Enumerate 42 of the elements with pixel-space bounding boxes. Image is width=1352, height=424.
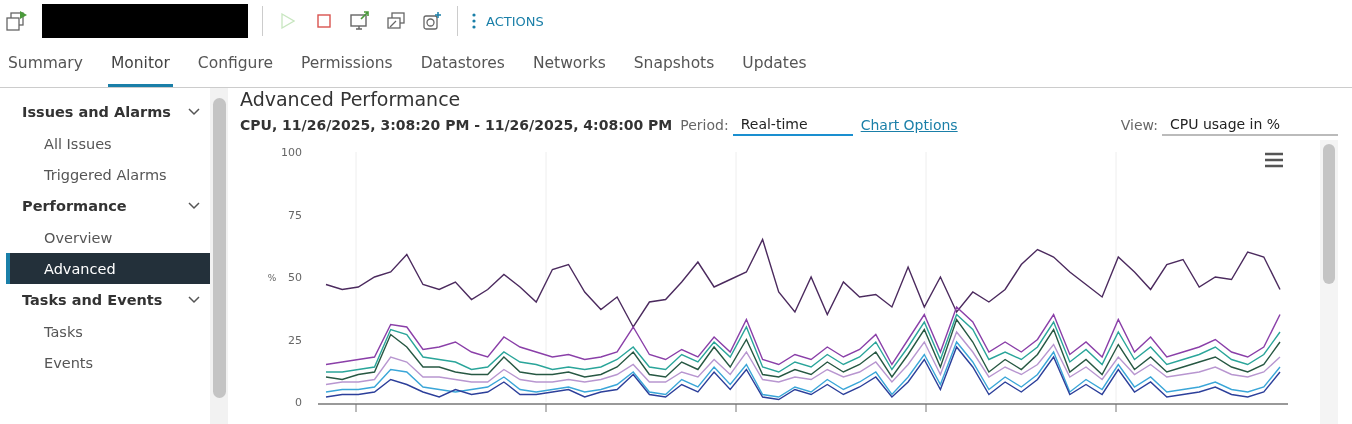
menu-icon[interactable] — [1264, 152, 1284, 168]
period-select[interactable]: Real-time — [732, 114, 853, 136]
tab[interactable]: Summary — [5, 42, 86, 87]
sidebar-item[interactable]: All Issues — [6, 128, 210, 159]
axis-tick-label: 0 — [295, 396, 302, 409]
vm-icon — [6, 10, 28, 32]
snapshot-icon[interactable] — [421, 10, 443, 32]
tab[interactable]: Snapshots — [630, 42, 718, 87]
chevron-down-icon — [188, 202, 200, 210]
axis-tick-label: 75 — [288, 208, 302, 222]
axis-label: % — [267, 273, 277, 283]
sidebar-section-header[interactable]: Issues and Alarms — [0, 96, 210, 128]
page-title: Advanced Performance — [240, 88, 462, 110]
actions-menu-button[interactable]: ACTIONS — [472, 13, 544, 29]
scrollbar-thumb[interactable] — [1323, 144, 1335, 284]
sidebar-section-header[interactable]: Tasks and Events — [0, 284, 210, 316]
axis-tick-label: 25 — [288, 333, 302, 347]
tab[interactable]: Updates — [739, 42, 810, 87]
tab[interactable]: Monitor — [107, 42, 173, 87]
sidebar-item[interactable]: Advanced — [6, 253, 210, 284]
more-vertical-icon — [472, 13, 476, 29]
chevron-down-icon — [188, 296, 200, 304]
tab[interactable]: Configure — [194, 42, 276, 87]
tab[interactable]: Networks — [529, 42, 609, 87]
scrollbar-thumb[interactable] — [212, 98, 226, 398]
migrate-icon[interactable] — [385, 10, 407, 32]
axis-tick-label: 50 — [288, 271, 302, 284]
chart-options-link[interactable]: Chart Options — [860, 117, 958, 133]
view-select[interactable]: CPU usage in % — [1162, 114, 1338, 136]
chevron-down-icon — [188, 108, 200, 116]
sidebar-item[interactable]: Overview — [6, 222, 210, 253]
sidebar-item[interactable]: Tasks — [6, 316, 210, 347]
period-label: Period: — [680, 117, 729, 133]
view-label: View: — [1120, 117, 1158, 133]
tab[interactable]: Datastores — [417, 42, 508, 87]
monitor-icon[interactable] — [349, 10, 371, 32]
sidebar-item[interactable]: Triggered Alarms — [6, 159, 210, 190]
sidebar-item[interactable]: Events — [6, 347, 210, 378]
axis-tick-label: 100 — [281, 146, 302, 159]
sidebar-section-header[interactable]: Performance — [0, 190, 210, 222]
time-range: CPU, 11/26/2025, 3:08:20 PM - 11/26/2025, 4:08:00 PM — [240, 117, 673, 133]
tab[interactable]: Permissions — [297, 42, 396, 87]
